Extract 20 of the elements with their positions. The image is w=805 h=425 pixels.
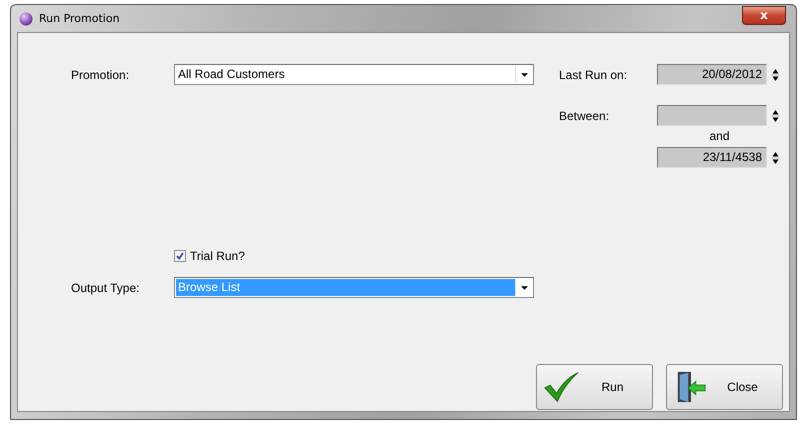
caret-icon: [520, 286, 528, 290]
checkbox[interactable]: [174, 250, 186, 262]
checkmark-icon: [543, 371, 579, 403]
spin-arrows-icon: [771, 150, 780, 166]
checkbox-label: Trial Run?: [190, 249, 245, 263]
spin-arrows-icon: [771, 108, 780, 124]
field-label: Between:: [559, 108, 610, 122]
close-button[interactable]: Close: [666, 364, 783, 410]
run-button[interactable]: Run: [536, 364, 653, 410]
joiner-label: and: [708, 128, 731, 145]
promotion-dropdown[interactable]: All Road Customers: [174, 64, 534, 85]
window-title: Run Promotion: [39, 12, 120, 25]
field-label: Output Type:: [71, 280, 140, 294]
date-spinner[interactable]: [657, 105, 782, 126]
field-label: Last Run on:: [559, 68, 628, 82]
caret-icon: [520, 72, 528, 76]
orb-icon: [19, 12, 33, 26]
spin-arrows-icon: [771, 66, 780, 82]
close-button[interactable]: x: [742, 6, 786, 24]
field-label: Promotion:: [71, 68, 130, 82]
